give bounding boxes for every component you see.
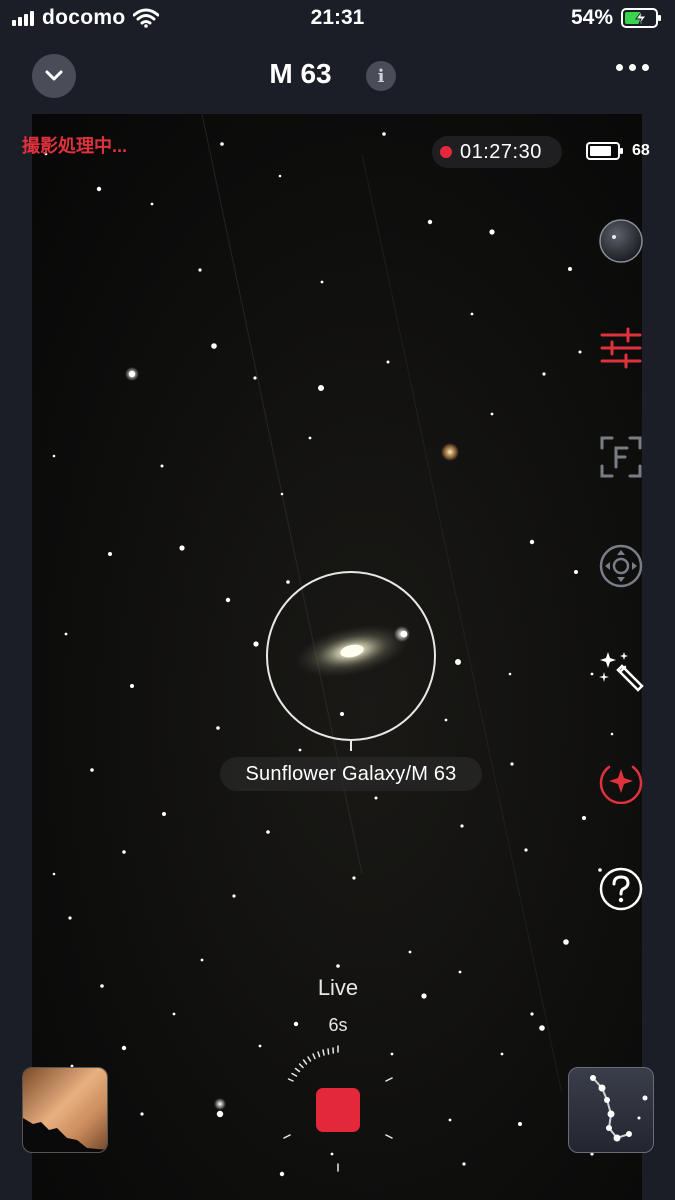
status-bar: docomo 21:31 54% bbox=[0, 0, 675, 40]
page-title-text: M 63 bbox=[269, 58, 332, 89]
status-right: 54% bbox=[571, 6, 663, 30]
target-ring[interactable] bbox=[266, 571, 436, 741]
battery-charging-icon bbox=[621, 8, 661, 28]
focus-icon bbox=[600, 436, 642, 478]
page-title: M 63 bbox=[0, 58, 675, 90]
info-button[interactable]: i bbox=[366, 61, 396, 91]
enhance-button[interactable] bbox=[596, 648, 646, 698]
magic-wand-icon bbox=[599, 652, 644, 692]
gallery-thumbnail[interactable] bbox=[22, 1067, 108, 1153]
processing-status: 撮影処理中... bbox=[22, 136, 128, 156]
adjust-button[interactable] bbox=[596, 323, 646, 373]
gallery-thumbnail-image bbox=[23, 1068, 107, 1152]
target-tick bbox=[350, 741, 352, 751]
exposure-label[interactable]: 6s bbox=[300, 1015, 376, 1036]
star-target-button[interactable] bbox=[596, 756, 646, 806]
target-label[interactable]: Sunflower Galaxy/M 63 bbox=[220, 757, 482, 791]
constellation-icon bbox=[590, 1075, 648, 1142]
move-control-icon bbox=[599, 544, 643, 588]
info-icon: i bbox=[377, 65, 385, 87]
nav-bar: M 63 i bbox=[0, 40, 675, 112]
help-icon bbox=[599, 867, 643, 911]
lens-cap-button[interactable] bbox=[596, 216, 646, 266]
live-mode-label[interactable]: Live bbox=[300, 975, 376, 1001]
recording-timer: 01:27:30 bbox=[432, 136, 562, 168]
device-battery-level: 68 bbox=[632, 142, 650, 159]
sparkle-target-icon bbox=[599, 765, 643, 804]
device-battery-icon bbox=[586, 142, 623, 160]
help-button[interactable] bbox=[596, 864, 646, 914]
lens-cap-icon bbox=[599, 219, 643, 263]
star-map-button[interactable] bbox=[568, 1067, 654, 1153]
move-control-button[interactable] bbox=[596, 541, 646, 591]
record-dot-icon bbox=[440, 146, 452, 158]
device-battery: 68 bbox=[586, 141, 650, 161]
more-menu-button[interactable] bbox=[616, 64, 649, 71]
capture-button[interactable] bbox=[316, 1088, 360, 1132]
focus-button[interactable] bbox=[596, 432, 646, 482]
elapsed-time: 01:27:30 bbox=[460, 140, 542, 163]
adjust-sliders-icon bbox=[600, 327, 642, 369]
battery-percent: 54% bbox=[570, 6, 613, 29]
